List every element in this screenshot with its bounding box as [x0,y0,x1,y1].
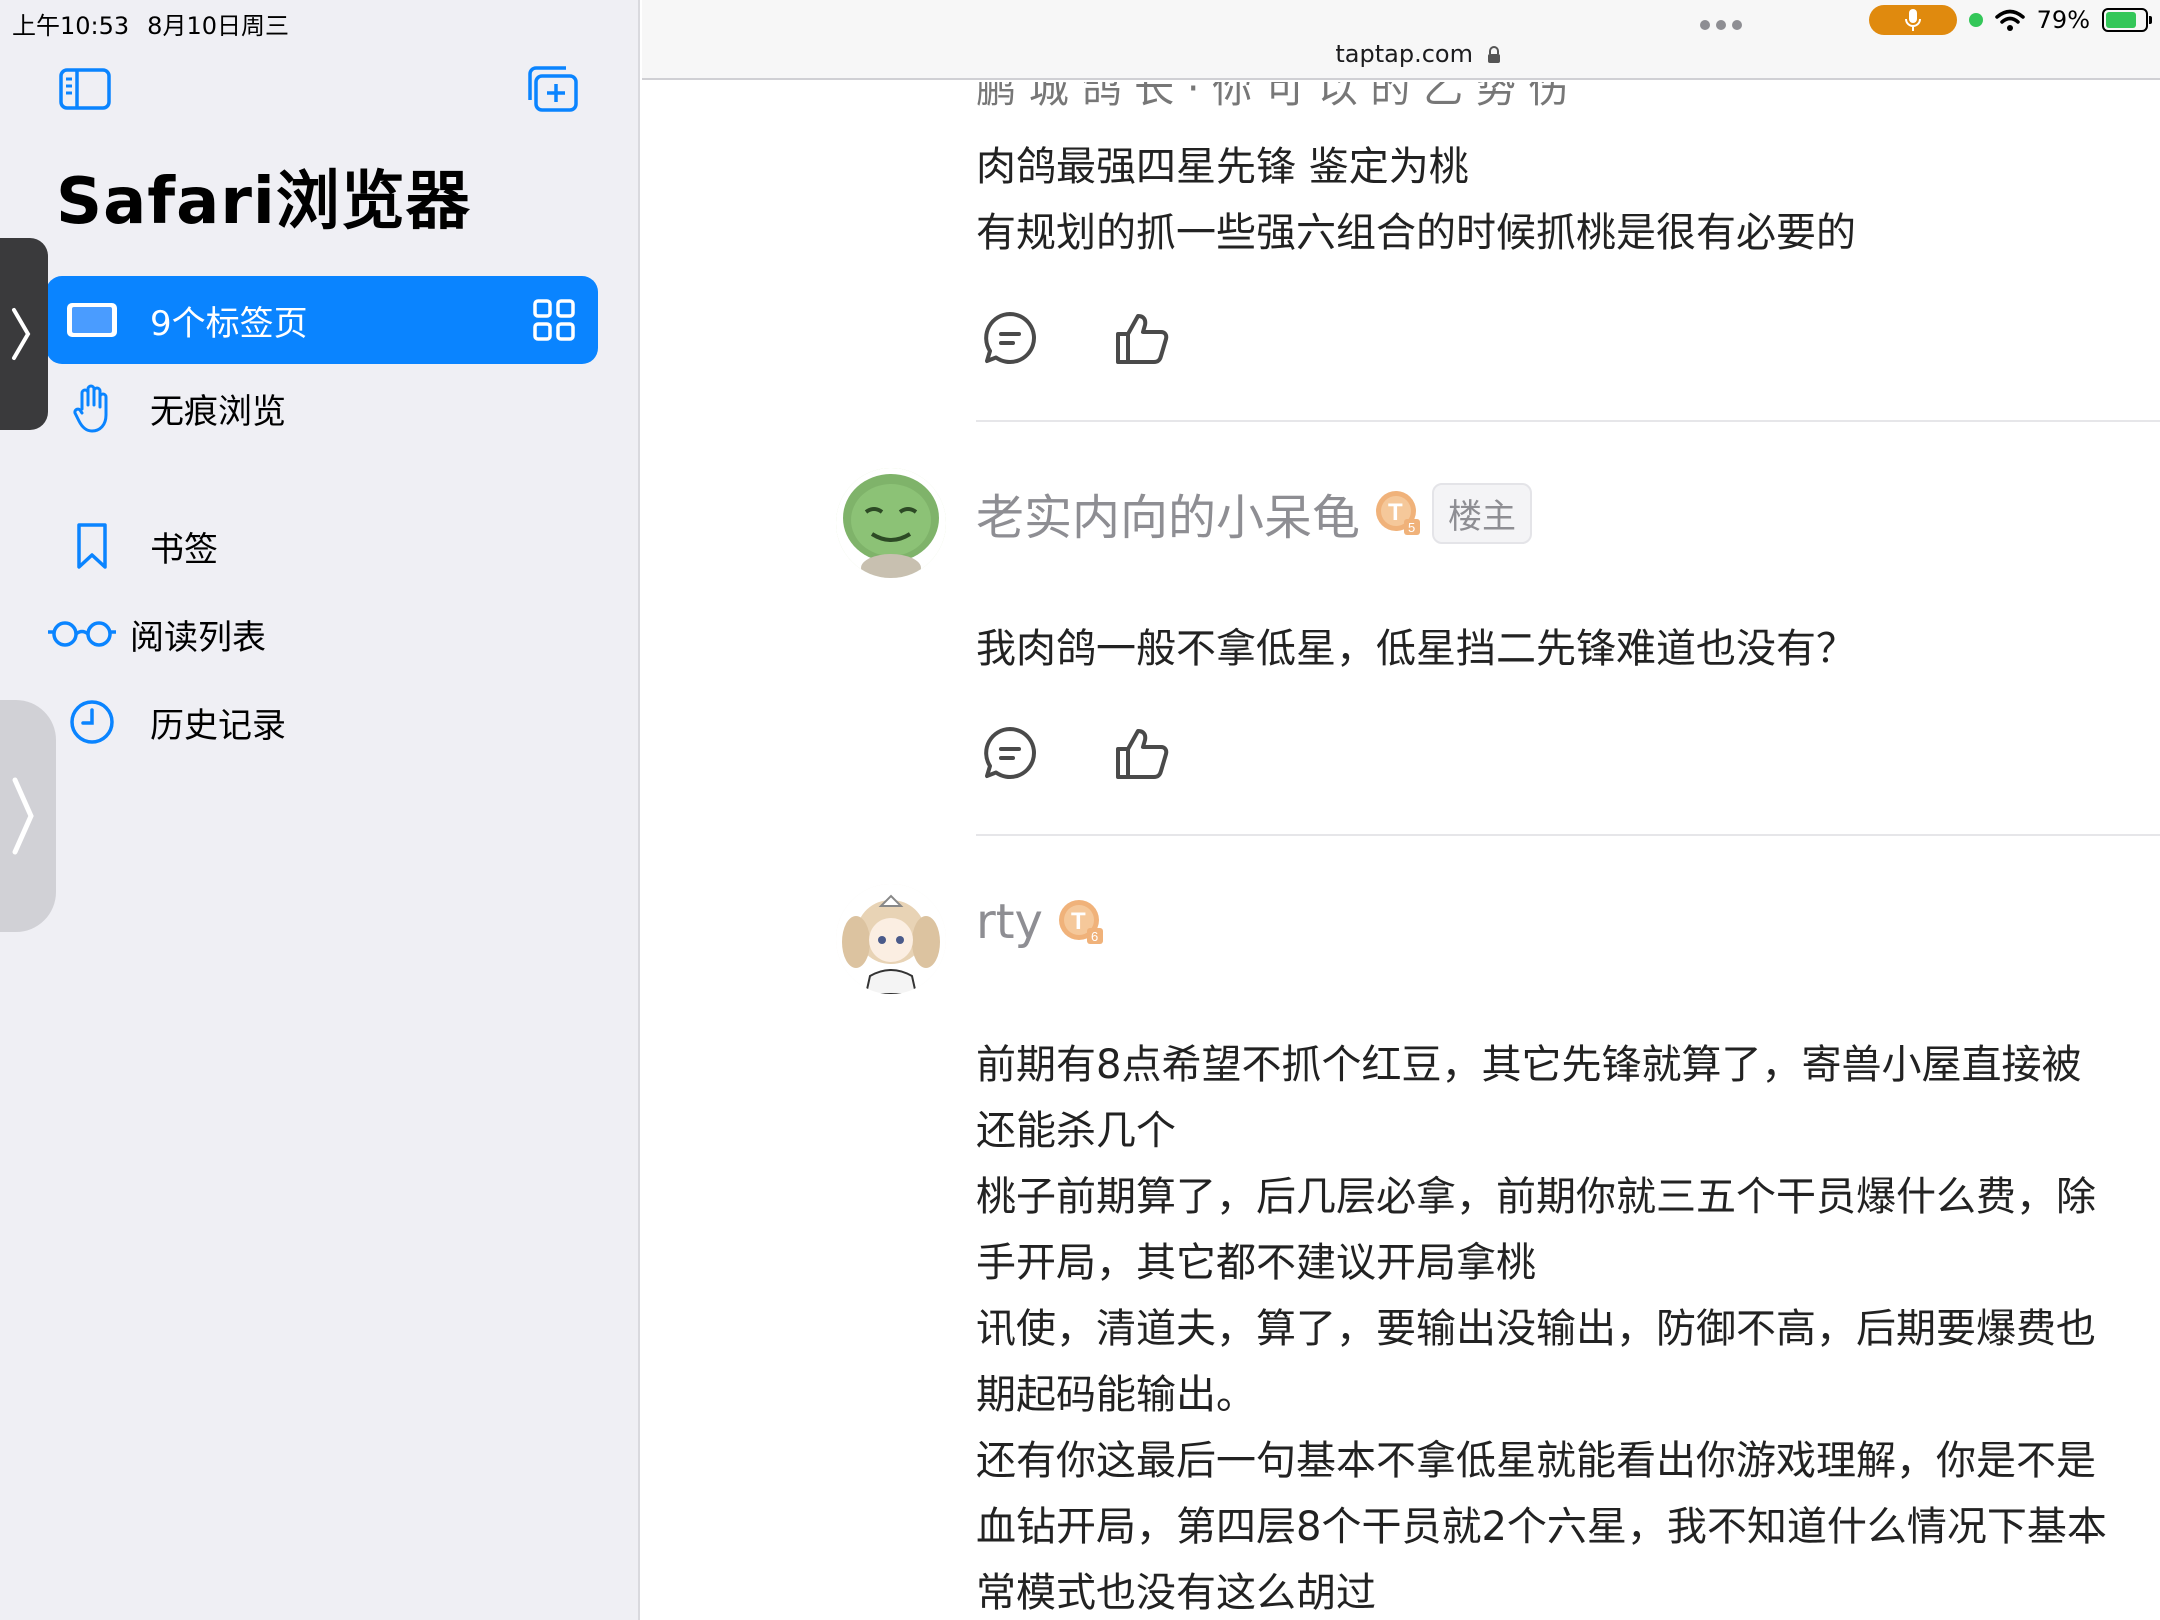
url-text: taptap.com [1335,40,1473,68]
glasses-icon [42,604,122,664]
camera-in-use-dot [1968,13,1983,27]
chevron-right-icon [12,308,31,360]
comment-actions [982,725,1170,781]
comment-text: 我肉鸽一般不拿低星，低星挡二先锋难道也没有？ [976,626,1856,672]
badge-level: 5 [1408,520,1415,535]
comment-text: 讯使，清道夫，算了，要输出没输出，防御不高，后期要爆费也 [976,1306,2096,1352]
level-badge: T 5 [1374,489,1422,537]
badge-level: 6 [1091,929,1098,944]
status-time: 上午10:53 [12,12,130,40]
comment-text: 还有你这最后一句基本不拿低星就能看出你游戏理解，你是不是 [976,1438,2096,1484]
bookmark-icon [52,516,132,576]
sidebar: Safari浏览器 9个标签页 无痕浏览 书签 阅读列表 历史记录 [0,0,640,1620]
comment-text: 还能杀几个 [976,1108,1176,1154]
comment-text: 血钻开局，第四层8个干员就2个六星，我不知道什么情况下基本 [976,1504,2107,1550]
hand-icon [52,378,132,438]
status-time-date: 上午10:53 8月10日周三 [12,6,307,41]
frog-face-icon [836,468,946,578]
lock-icon [1487,46,1500,63]
reply-icon[interactable] [982,725,1038,781]
sidebar-item-label: 历史记录 [150,705,286,746]
sidebar-item-label: 9个标签页 [150,303,308,344]
like-icon[interactable] [1114,725,1170,781]
coin-badge-icon: T 6 [1058,900,1103,944]
comment-author[interactable]: 老实内向的小呆龟 T 5 楼主 [976,478,1533,548]
avatar[interactable] [836,468,946,578]
app-switcher-handle[interactable] [0,700,56,932]
sidebar-icon [59,68,111,110]
web-content: 鹏 城 鸽 长 · 你 可 以 的 乙 势 伤 肉鸽最强四星先锋 鉴定为桃 有规… [642,82,2160,1620]
badge-letter: T [1071,908,1086,935]
wifi-icon [1994,9,2025,31]
new-tab-group-button[interactable] [524,64,580,114]
sidebar-item-reading-list[interactable]: 阅读列表 [46,590,598,678]
reply-icon[interactable] [982,310,1038,366]
divider [976,420,2160,422]
anime-character-icon [836,884,946,994]
sidebar-toggle-button[interactable] [58,66,112,112]
sidebar-title: Safari浏览器 [56,165,471,239]
coin-badge-icon: T 5 [1376,491,1421,535]
sidebar-item-bookmarks[interactable]: 书签 [46,502,598,590]
sidebar-item-label: 阅读列表 [130,617,266,658]
username: 老实内向的小呆龟 [976,490,1361,546]
address-bar[interactable]: taptap.com [642,40,2160,68]
tab-overview-icon[interactable] [532,298,576,342]
comment-text: 肉鸽最强四星先锋 鉴定为桃 [976,144,1469,190]
battery-icon [2102,8,2152,32]
op-tag: 楼主 [1432,482,1533,544]
sidebar-item-label: 无痕浏览 [150,391,286,432]
divider [976,834,2160,836]
mic-indicator [1868,5,1957,35]
sidebar-item-history[interactable]: 历史记录 [46,678,598,766]
mic-icon [1904,9,1921,31]
multitasking-dots[interactable] [1700,20,1742,30]
comment-text: 期起码能输出。 [976,1372,1256,1418]
status-indicators: 79% [1868,4,2152,36]
comment-text: 手开局，其它都不建议开局拿桃 [976,1240,1536,1286]
badge-letter: T [1388,499,1403,526]
battery-percent: 79% [2036,6,2090,34]
comment-text: 有规划的抓一些强六组合的时候抓桃是很有必要的 [976,210,1856,256]
level-badge: T 6 [1057,898,1105,946]
comment-text: 常模式也没有这么胡过 [976,1570,1376,1616]
slide-over-handle[interactable] [0,238,48,430]
avatar[interactable] [836,884,946,994]
username: rty [976,894,1043,950]
comment-text: 桃子前期算了，后几层必拿，前期你就三五个干员爆什么费，除 [976,1174,2096,1220]
status-date: 8月10日周三 [147,12,289,40]
sidebar-item-label: 书签 [150,529,218,570]
clock-icon [52,692,132,752]
like-icon[interactable] [1114,310,1170,366]
sidebar-item-private[interactable]: 无痕浏览 [46,364,598,452]
partially-visible-text: 鹏 城 鸽 长 · 你 可 以 的 乙 势 伤 [976,82,1569,112]
sidebar-item-tabs[interactable]: 9个标签页 [46,276,598,364]
comment-text: 前期有8点希望不抓个红豆，其它先锋就算了，寄兽小屋直接被 [976,1042,2082,1088]
comment-actions [982,310,1170,366]
chevron-right-icon [12,777,34,855]
add-tab-group-icon [528,66,578,112]
comment-author[interactable]: rty T 6 [976,894,1105,950]
ipad-icon [52,290,132,350]
